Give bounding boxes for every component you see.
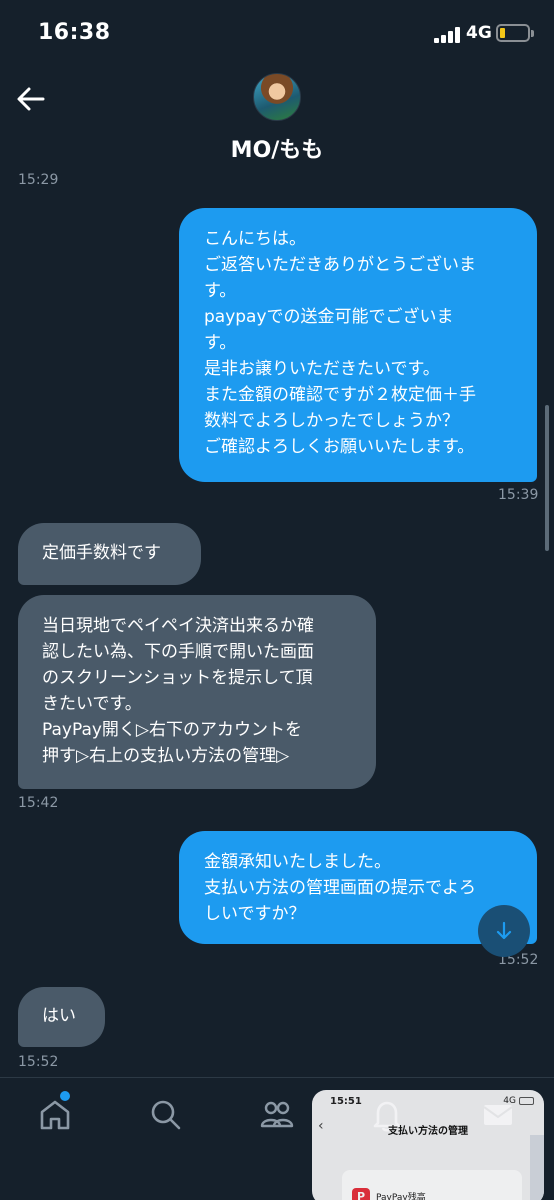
battery-icon bbox=[496, 24, 534, 42]
search-icon bbox=[151, 1100, 181, 1130]
outgoing-message-bubble[interactable]: こんにちは。 ご返答いただきありがとうございま す。 paypayでの送金可能で… bbox=[179, 208, 537, 482]
nav-search[interactable] bbox=[146, 1095, 186, 1135]
scroll-to-bottom-button[interactable] bbox=[478, 905, 530, 957]
display-name[interactable]: MO/もも bbox=[0, 132, 554, 164]
nav-home[interactable] bbox=[35, 1095, 75, 1135]
communities-icon bbox=[260, 1101, 294, 1128]
pip-side-panel bbox=[530, 1135, 544, 1200]
signal-icon bbox=[434, 27, 460, 43]
avatar[interactable] bbox=[253, 73, 301, 121]
scrollbar[interactable] bbox=[545, 405, 549, 551]
notification-badge bbox=[60, 1091, 70, 1101]
message-timestamp: 15:52 bbox=[18, 1054, 59, 1070]
pip-balance-card: P PayPay残高 bbox=[342, 1170, 522, 1200]
network-label: 4G bbox=[466, 23, 492, 43]
nav-communities[interactable] bbox=[257, 1095, 297, 1135]
message-timestamp: 15:42 bbox=[18, 795, 59, 811]
picture-in-picture-preview[interactable]: 15:51 4G ‹ 支払い方法の管理 P PayPay残高 bbox=[312, 1090, 544, 1200]
back-button[interactable] bbox=[14, 82, 48, 116]
pip-status-time: 15:51 bbox=[330, 1096, 362, 1107]
back-arrow-icon bbox=[17, 87, 45, 111]
incoming-message-bubble[interactable]: はい bbox=[18, 987, 105, 1047]
pip-battery-icon bbox=[519, 1097, 534, 1105]
message-timestamp: 15:29 bbox=[18, 172, 59, 188]
arrow-down-icon bbox=[496, 921, 512, 940]
status-time: 16:38 bbox=[38, 20, 111, 45]
pip-card-label: PayPay残高 bbox=[376, 1193, 426, 1200]
home-icon bbox=[40, 1100, 70, 1130]
conversation-header: MO/もも bbox=[0, 60, 554, 172]
pip-network-label: 4G bbox=[503, 1096, 516, 1106]
message-timestamp: 15:39 bbox=[498, 487, 539, 503]
paypay-logo-icon: P bbox=[352, 1188, 370, 1200]
incoming-message-bubble[interactable]: 定価手数料です bbox=[18, 523, 201, 585]
incoming-message-bubble[interactable]: 当日現地でペイペイ決済出来るか確 認したい為、下の手順で開いた画面 のスクリーン… bbox=[18, 595, 376, 789]
pip-screen-title: 支払い方法の管理 bbox=[388, 1126, 468, 1137]
